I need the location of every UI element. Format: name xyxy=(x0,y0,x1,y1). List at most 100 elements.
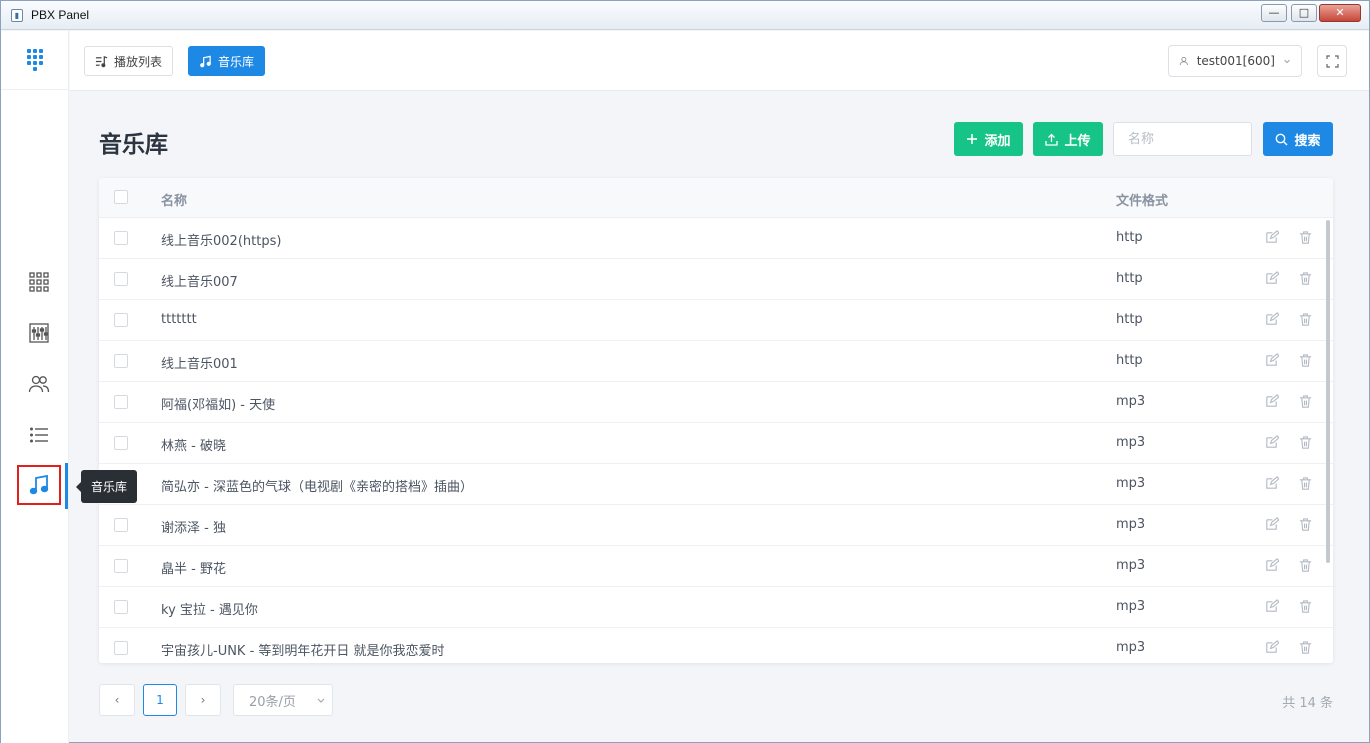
delete-icon[interactable] xyxy=(1298,599,1314,615)
select-all-checkbox[interactable] xyxy=(114,190,128,204)
delete-icon[interactable] xyxy=(1298,271,1314,287)
sidebar-item-list[interactable] xyxy=(17,415,61,455)
music-format: http xyxy=(1116,230,1143,245)
row-checkbox[interactable] xyxy=(114,559,128,573)
table-scrollbar[interactable] xyxy=(1326,220,1330,563)
edit-icon[interactable] xyxy=(1264,599,1280,615)
table-header: 名称 文件格式 xyxy=(99,178,1333,218)
delete-icon[interactable] xyxy=(1298,394,1314,410)
music-name: ky 宝拉 - 遇见你 xyxy=(161,603,258,618)
fullscreen-icon xyxy=(1325,54,1339,68)
edit-icon[interactable] xyxy=(1264,517,1280,533)
search-input[interactable] xyxy=(1113,122,1252,156)
edit-icon[interactable] xyxy=(1264,353,1280,369)
table-row[interactable]: 线上音乐001 http xyxy=(99,341,1333,382)
table-row[interactable]: 简弘亦 - 深蓝色的气球（电视剧《亲密的搭档》插曲） mp3 xyxy=(99,464,1333,505)
edit-icon[interactable] xyxy=(1264,312,1280,328)
table-row[interactable]: 谢添泽 - 独 mp3 xyxy=(99,505,1333,546)
minimize-button[interactable]: — xyxy=(1261,4,1287,22)
row-checkbox[interactable] xyxy=(114,313,128,327)
app-window: ▮ PBX Panel — □ ✕ 音乐库 播放列表 音乐库 test001[6… xyxy=(0,0,1370,743)
edit-icon[interactable] xyxy=(1264,271,1280,287)
user-icon xyxy=(1179,56,1188,66)
restore-button[interactable]: □ xyxy=(1291,4,1317,22)
window-title: PBX Panel xyxy=(31,8,90,22)
sidebar-item-music[interactable] xyxy=(17,465,61,505)
list-icon xyxy=(30,427,48,443)
search-button[interactable]: 搜索 xyxy=(1263,122,1333,156)
app-icon: ▮ xyxy=(11,9,23,22)
row-checkbox[interactable] xyxy=(114,436,128,450)
music-name: 谢添泽 - 独 xyxy=(161,521,226,536)
table-row[interactable]: ttttttt http xyxy=(99,300,1333,341)
fullscreen-button[interactable] xyxy=(1317,45,1347,77)
sidebar-item-mixer[interactable] xyxy=(17,313,61,353)
table-row[interactable]: 线上音乐007 http xyxy=(99,259,1333,300)
delete-icon[interactable] xyxy=(1298,558,1314,574)
music-format: http xyxy=(1116,353,1143,368)
edit-icon[interactable] xyxy=(1264,558,1280,574)
delete-icon[interactable] xyxy=(1298,517,1314,533)
music-name: ttttttt xyxy=(161,312,197,327)
add-button[interactable]: 添加 xyxy=(954,122,1023,156)
page-1-button[interactable]: 1 xyxy=(143,684,177,716)
sidebar-item-users[interactable] xyxy=(17,364,61,404)
page-size-value: 20条/页 xyxy=(249,694,296,710)
delete-icon[interactable] xyxy=(1298,435,1314,451)
row-checkbox[interactable] xyxy=(114,395,128,409)
tab-playlist-label: 播放列表 xyxy=(114,54,163,69)
row-checkbox[interactable] xyxy=(114,354,128,368)
music-format: mp3 xyxy=(1116,558,1146,573)
total-count: 共 14 条 xyxy=(1282,696,1333,711)
upload-icon xyxy=(1045,133,1059,146)
tab-music-library[interactable]: 音乐库 xyxy=(188,46,266,76)
music-table: 名称 文件格式 线上音乐002(https) http 线上音乐007 http ttt… xyxy=(99,178,1333,663)
row-checkbox[interactable] xyxy=(114,231,128,245)
users-icon xyxy=(28,375,50,393)
next-page-button[interactable]: › xyxy=(185,684,221,716)
music-format: mp3 xyxy=(1116,640,1146,655)
table-row[interactable]: 阿福(邓福如) - 天使 mp3 xyxy=(99,382,1333,423)
upload-button-label: 上传 xyxy=(1064,133,1091,149)
prev-page-button[interactable]: ‹ xyxy=(99,684,135,716)
edit-icon[interactable] xyxy=(1264,230,1280,246)
title-bar: ▮ PBX Panel — □ ✕ xyxy=(1,1,1369,30)
page-size-select[interactable]: 20条/页 xyxy=(233,684,333,716)
delete-icon[interactable] xyxy=(1298,312,1314,328)
chevron-down-icon xyxy=(1284,59,1290,64)
music-name: 简弘亦 - 深蓝色的气球（电视剧《亲密的搭档》插曲） xyxy=(161,480,473,495)
upload-button[interactable]: 上传 xyxy=(1033,122,1103,156)
close-button[interactable]: ✕ xyxy=(1319,4,1361,22)
edit-icon[interactable] xyxy=(1264,476,1280,492)
table-row[interactable]: 宇宙孩儿-UNK - 等到明年花开日 就是你我恋爱时 mp3 xyxy=(99,628,1333,663)
table-row[interactable]: 线上音乐002(https) http xyxy=(99,218,1333,259)
edit-icon[interactable] xyxy=(1264,394,1280,410)
playlist-icon xyxy=(95,55,108,67)
music-name: 阿福(邓福如) - 天使 xyxy=(161,398,276,413)
music-format: mp3 xyxy=(1116,435,1146,450)
delete-icon[interactable] xyxy=(1298,353,1314,369)
table-row[interactable]: 皛半 - 野花 mp3 xyxy=(99,546,1333,587)
row-checkbox[interactable] xyxy=(114,272,128,286)
column-header-format: 文件格式 xyxy=(1116,194,1169,209)
edit-icon[interactable] xyxy=(1264,640,1280,656)
row-checkbox[interactable] xyxy=(114,600,128,614)
delete-icon[interactable] xyxy=(1298,230,1314,246)
delete-icon[interactable] xyxy=(1298,640,1314,656)
row-checkbox[interactable] xyxy=(114,641,128,655)
table-row[interactable]: ky 宝拉 - 遇见你 mp3 xyxy=(99,587,1333,628)
tab-playlist[interactable]: 播放列表 xyxy=(84,46,174,76)
search-button-label: 搜索 xyxy=(1294,133,1321,149)
edit-icon[interactable] xyxy=(1264,435,1280,451)
sidebar-item-dashboard[interactable] xyxy=(17,262,61,302)
logo-icon[interactable] xyxy=(27,49,49,73)
search-icon xyxy=(1276,133,1288,145)
row-checkbox[interactable] xyxy=(114,518,128,532)
user-dropdown[interactable]: test001[600] xyxy=(1168,45,1302,77)
music-name: 线上音乐002(https) xyxy=(161,234,282,249)
delete-icon[interactable] xyxy=(1298,476,1314,492)
table-row[interactable]: 林燕 - 破晓 mp3 xyxy=(99,423,1333,464)
music-format: http xyxy=(1116,271,1143,286)
chevron-down-icon xyxy=(317,698,325,703)
music-format: http xyxy=(1116,312,1143,327)
